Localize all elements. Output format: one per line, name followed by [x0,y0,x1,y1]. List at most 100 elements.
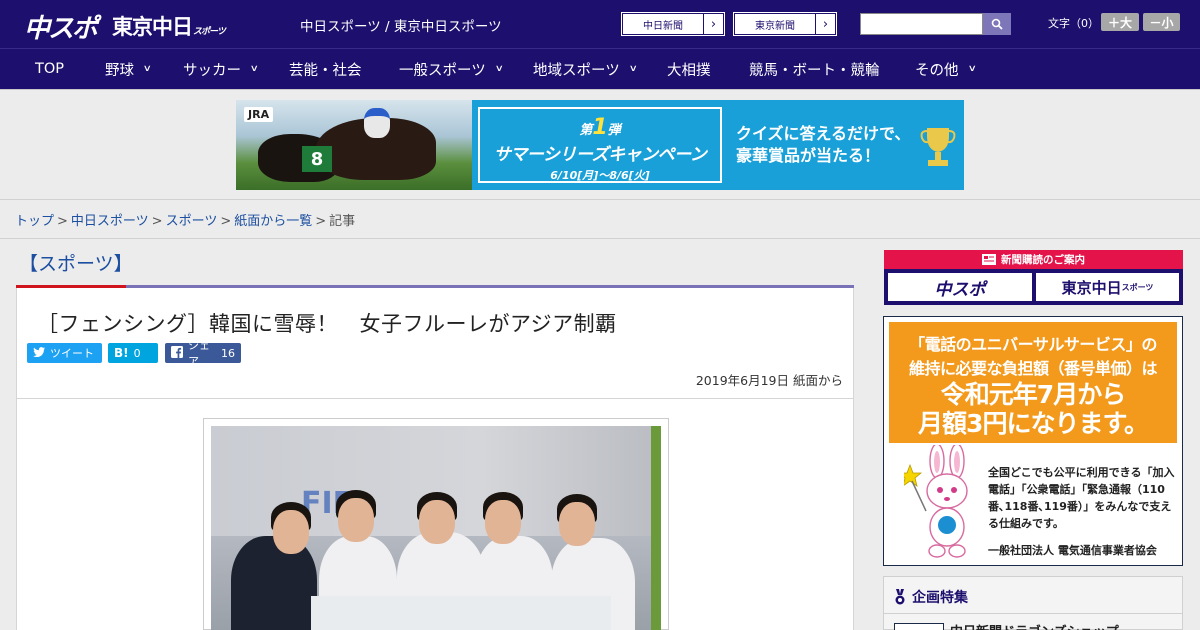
quiz-text: クイズに答えるだけで、 豪華賞品が当たる！ [736,123,910,168]
top-header: 中スポ 東京中日スポーツ 中日スポーツ / 東京中日スポーツ 中日新聞 › 東京… [0,0,1200,48]
hatena-bookmark-button[interactable]: B! 0 [108,343,158,363]
subscription-box: 新聞購読のご案内 中スポ 東京中日 スポーツ [884,250,1183,305]
chevron-down-icon: ∨ [628,64,638,74]
campaign-box: 第1弾 サマーシリーズキャンペーン 6/10[月]～8/6[火] [478,107,722,183]
trophy-icon [920,128,956,166]
quiz-line-2: 豪華賞品が当たる！ [736,146,881,166]
campaign-number: 1 [592,115,608,140]
quiz-line-1: クイズに答えるだけで、 [736,124,911,143]
ad-line-2: 維持に必要な負担額（番号単価）は [908,359,1158,378]
chevron-down-icon: ∨ [967,64,977,74]
share-label: シェア [188,339,210,368]
search-button[interactable] [983,13,1011,35]
feature-heading: 企画特集 [894,587,968,607]
font-size-label: 文字（0） [1048,17,1099,30]
nav-item-sumo[interactable]: 大相撲 [667,49,711,89]
hatena-icon: B! [114,346,129,360]
facebook-share-button[interactable]: シェア 16 [165,339,241,368]
main-nav: TOP 野球 ∨ サッカー ∨ 芸能・社会 一般スポーツ ∨ 地域スポーツ ∨ 大相撲 … [0,48,1200,89]
tokyo-logo-main: 東京中日 [112,15,193,39]
tokyo-logo-sub: スポーツ [193,27,226,37]
bunny-mascot-icon [904,445,968,558]
subscribe-tokyo-button[interactable]: 東京中日 スポーツ [1036,273,1179,301]
section-label: 【スポーツ】 [19,253,133,275]
breadcrumb-bar: トップ > 中日スポーツ > スポーツ > 紙面から一覧 > 記事 [0,199,1200,239]
nav-item-entertainment[interactable]: 芸能・社会 [289,49,362,89]
site-name: 中日スポーツ / 東京中日スポーツ [300,19,502,35]
campaign-suffix: 弾 [607,123,621,138]
search-icon [991,18,1003,30]
nav-label: 大相撲 [667,62,711,79]
article-title: ［フェンシング］韓国に雪辱！ 女子フルーレがアジア制覇 [37,312,617,336]
subscribe-chuspo-button[interactable]: 中スポ [888,273,1032,301]
athlete-face [559,502,595,546]
feature-box: 企画特集 中日新聞ドラゴンズショップ [883,576,1183,630]
athlete-figure [231,536,317,630]
breadcrumb: トップ > 中日スポーツ > スポーツ > 紙面から一覧 > 記事 [15,210,355,229]
breadcrumb-link-paper-list[interactable]: 紙面から一覧 [234,214,312,229]
chunichi-shimbun-link[interactable]: 中日新聞 › [621,12,725,36]
nav-item-other[interactable]: その他 ∨ [915,49,977,89]
nav-label: サッカー [183,62,241,79]
breadcrumb-link-top[interactable]: トップ [15,214,54,229]
subscribe-tokyo-sub: スポーツ [1121,282,1154,292]
tokyo-chunichi-logo[interactable]: 東京中日スポーツ [112,11,226,41]
nav-label: 地域スポーツ [533,62,620,79]
twitter-icon [33,346,45,360]
font-larger-button[interactable]: ＋大 [1101,13,1139,31]
newspaper-icon [982,254,996,265]
chevron-down-icon: ∨ [494,64,504,74]
ad-line-1: 「電話のユニバーサルサービス」の [909,335,1157,354]
fencing-team-photo[interactable]: FIE [211,426,661,630]
nav-item-soccer[interactable]: サッカー ∨ [183,49,259,89]
horse-racing-photo: 8 JRA [236,100,472,190]
feature-title: 企画特集 [912,590,968,606]
chevron-down-icon: ∨ [249,64,259,74]
article-photo-frame: FIE [203,418,669,630]
nav-item-general-sports[interactable]: 一般スポーツ ∨ [399,49,504,89]
nav-item-top[interactable]: TOP [35,49,64,89]
breadcrumb-link-chunichi-sports[interactable]: 中日スポーツ [71,214,149,229]
nav-item-baseball[interactable]: 野球 ∨ [105,49,152,89]
hatena-count: 0 [133,346,141,360]
tokyo-shimbun-link[interactable]: 東京新聞 › [733,12,837,36]
article-date: 2019年6月19日 紙面から [695,373,843,388]
nav-label: 芸能・社会 [289,62,362,79]
chevron-down-icon: ∨ [142,64,152,74]
tweet-label: ツイート [50,347,94,360]
nav-label: TOP [35,61,65,77]
feature-item-link[interactable]: 中日新聞ドラゴンズショップ [950,621,1119,630]
ad-line-4: 月額3円になります。 [918,408,1149,438]
jra-campaign-banner[interactable]: 8 JRA 第1弾 サマーシリーズキャンペーン 6/10[月]～8/6[火] ク… [236,100,964,190]
ad-body-text: 全国どこでも公平に利用できる「加入電話」「公衆電話」「緊急通報（110番､118… [988,466,1175,531]
athlete-face [419,500,455,544]
tokyo-shimbun-label: 東京新聞 [755,20,795,32]
chunichi-shimbun-label: 中日新聞 [643,20,683,32]
feature-divider [884,613,1182,614]
breadcrumb-separator: > [151,214,163,229]
universal-service-ad[interactable]: 「電話のユニバーサルサービス」の 維持に必要な負担額（番号単価）は 令和元年7月… [883,316,1183,566]
tweet-button[interactable]: ツイート [27,343,102,363]
breadcrumb-current: 記事 [329,214,356,229]
chuspo-logo[interactable]: 中スポ [24,8,98,45]
athlete-face [485,500,521,544]
nav-item-local-sports[interactable]: 地域スポーツ ∨ [533,49,638,89]
jra-logo: JRA [244,107,274,122]
feature-thumbnail[interactable] [894,623,944,630]
breadcrumb-link-sports[interactable]: スポーツ [166,214,218,229]
breadcrumb-separator: > [315,214,327,229]
nav-item-racing[interactable]: 競馬・ボート・競輪 [749,49,880,89]
saddle-number: 8 [302,146,332,172]
search-input[interactable] [860,13,983,35]
athlete-face [273,510,309,554]
photo-edge-stripe [651,426,661,630]
article-card: ［フェンシング］韓国に雪辱！ 女子フルーレがアジア制覇 ツイート B! 0 シェ… [16,288,854,630]
campaign-prefix: 第 [579,123,593,138]
jockey-shape [364,108,390,138]
breadcrumb-separator: > [57,214,68,229]
team-flag [311,596,611,630]
campaign-title: サマーシリーズキャンペーン [493,145,707,165]
chevron-right-icon: › [703,14,723,34]
campaign-stage: 第1弾 [480,115,720,140]
font-smaller-button[interactable]: －小 [1143,13,1180,31]
